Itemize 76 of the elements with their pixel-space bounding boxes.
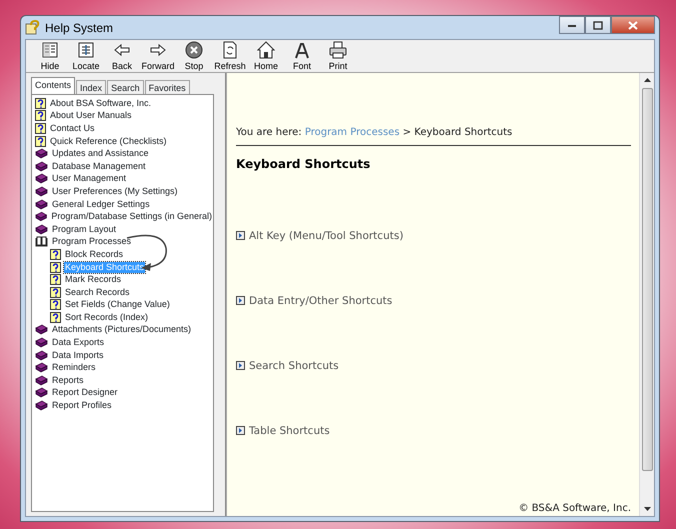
maximize-icon xyxy=(593,20,603,30)
letter-icon xyxy=(293,41,311,59)
expand-icon[interactable] xyxy=(236,296,245,305)
right-arrow-icon xyxy=(149,41,167,59)
tree-item[interactable]: Data Exports xyxy=(51,337,106,348)
split-pane-icon xyxy=(41,41,59,59)
document-icon xyxy=(77,41,95,59)
copyright-text: © BS&A Software, Inc. xyxy=(518,502,631,516)
help-page-icon xyxy=(50,274,61,286)
minimize-icon xyxy=(567,22,577,28)
tree-item[interactable]: Report Designer xyxy=(51,387,119,398)
print-button[interactable]: Print xyxy=(320,41,356,72)
refresh-button[interactable]: Refresh xyxy=(212,41,248,72)
section-link[interactable]: Table Shortcuts xyxy=(249,424,330,440)
tree-item[interactable]: Mark Records xyxy=(64,274,122,286)
home-button[interactable]: Home xyxy=(248,41,284,72)
help-page-icon xyxy=(50,248,61,260)
tab[interactable]: Search xyxy=(107,80,144,94)
tab[interactable]: Contents xyxy=(31,77,76,94)
tree-item[interactable]: Contact Us xyxy=(49,122,96,134)
tree-item[interactable]: Attachments (Pictures/Documents) xyxy=(51,324,192,336)
close-icon xyxy=(628,20,638,30)
minimize-button[interactable] xyxy=(559,16,585,34)
tree-item[interactable]: Data Imports xyxy=(51,350,105,361)
font-button[interactable]: Font xyxy=(284,41,320,72)
help-page-icon xyxy=(35,110,46,122)
tree-item[interactable]: General Ledger Settings xyxy=(51,198,151,210)
tree-item[interactable]: About BSA Software, Inc. xyxy=(49,98,152,109)
expand-icon[interactable] xyxy=(236,231,245,240)
forward-button[interactable]: Forward xyxy=(140,41,176,72)
back-button[interactable]: Back xyxy=(104,41,140,72)
tree-item[interactable]: Search Records xyxy=(64,286,131,298)
tree-item[interactable]: Program Layout xyxy=(51,224,118,235)
tab[interactable]: Index xyxy=(76,80,106,94)
tree-item[interactable]: Reminders xyxy=(51,362,97,374)
tree-item[interactable]: Reports xyxy=(51,374,85,386)
left-arrow-icon xyxy=(113,41,131,59)
expand-icon[interactable] xyxy=(236,426,245,435)
help-page-icon xyxy=(50,312,61,323)
stop-button[interactable]: Stop xyxy=(176,41,212,72)
hide-button[interactable]: Hide xyxy=(32,41,68,72)
help-page-icon xyxy=(35,98,46,109)
tree-item[interactable]: About User Manuals xyxy=(49,110,133,122)
printer-icon xyxy=(329,41,347,59)
tree-item[interactable]: Block Records xyxy=(64,248,124,260)
tab[interactable]: Favorites xyxy=(144,80,190,94)
vertical-scrollbar[interactable] xyxy=(639,73,654,516)
locate-button[interactable]: Locate xyxy=(68,41,104,72)
home-icon xyxy=(257,41,275,59)
page-heading: Keyboard Shortcuts xyxy=(236,156,372,173)
maximize-button[interactable] xyxy=(585,16,611,34)
tree-item[interactable]: Sort Records (Index) xyxy=(64,312,150,323)
help-page-icon xyxy=(50,262,61,273)
section-link[interactable]: Search Shortcuts xyxy=(249,359,339,375)
help-page-icon xyxy=(35,122,46,134)
help-page-icon xyxy=(35,136,46,147)
section-link[interactable]: Data Entry/Other Shortcuts xyxy=(249,294,392,310)
help-page-icon xyxy=(50,286,61,298)
tree-item[interactable]: Program/Database Settings (in General) xyxy=(50,211,213,222)
tree-item[interactable]: Updates and Assistance xyxy=(51,148,150,160)
expand-icon[interactable] xyxy=(236,361,245,370)
breadcrumb: You are here: Program Processes > Keyboard Shortcuts xyxy=(236,125,631,146)
help-page-icon xyxy=(50,299,61,310)
tree-item[interactable]: User Preferences (My Settings) xyxy=(51,186,179,197)
stop-icon xyxy=(185,41,203,59)
refresh-icon xyxy=(221,41,239,59)
tree-item[interactable]: User Management xyxy=(51,173,128,184)
tree-item[interactable]: Set Fields (Change Value) xyxy=(64,299,171,310)
tree-item[interactable]: Database Management xyxy=(51,160,147,172)
section-link[interactable]: Alt Key (Menu/Tool Shortcuts) xyxy=(249,229,404,245)
close-button[interactable] xyxy=(611,16,655,34)
window-title: Help System xyxy=(45,20,114,36)
tree-item[interactable]: Report Profiles xyxy=(51,400,113,412)
help-app-icon xyxy=(25,20,40,35)
tree-item[interactable]: Quick Reference (Checklists) xyxy=(49,136,168,147)
tree-item[interactable]: Program Processes xyxy=(51,236,132,248)
